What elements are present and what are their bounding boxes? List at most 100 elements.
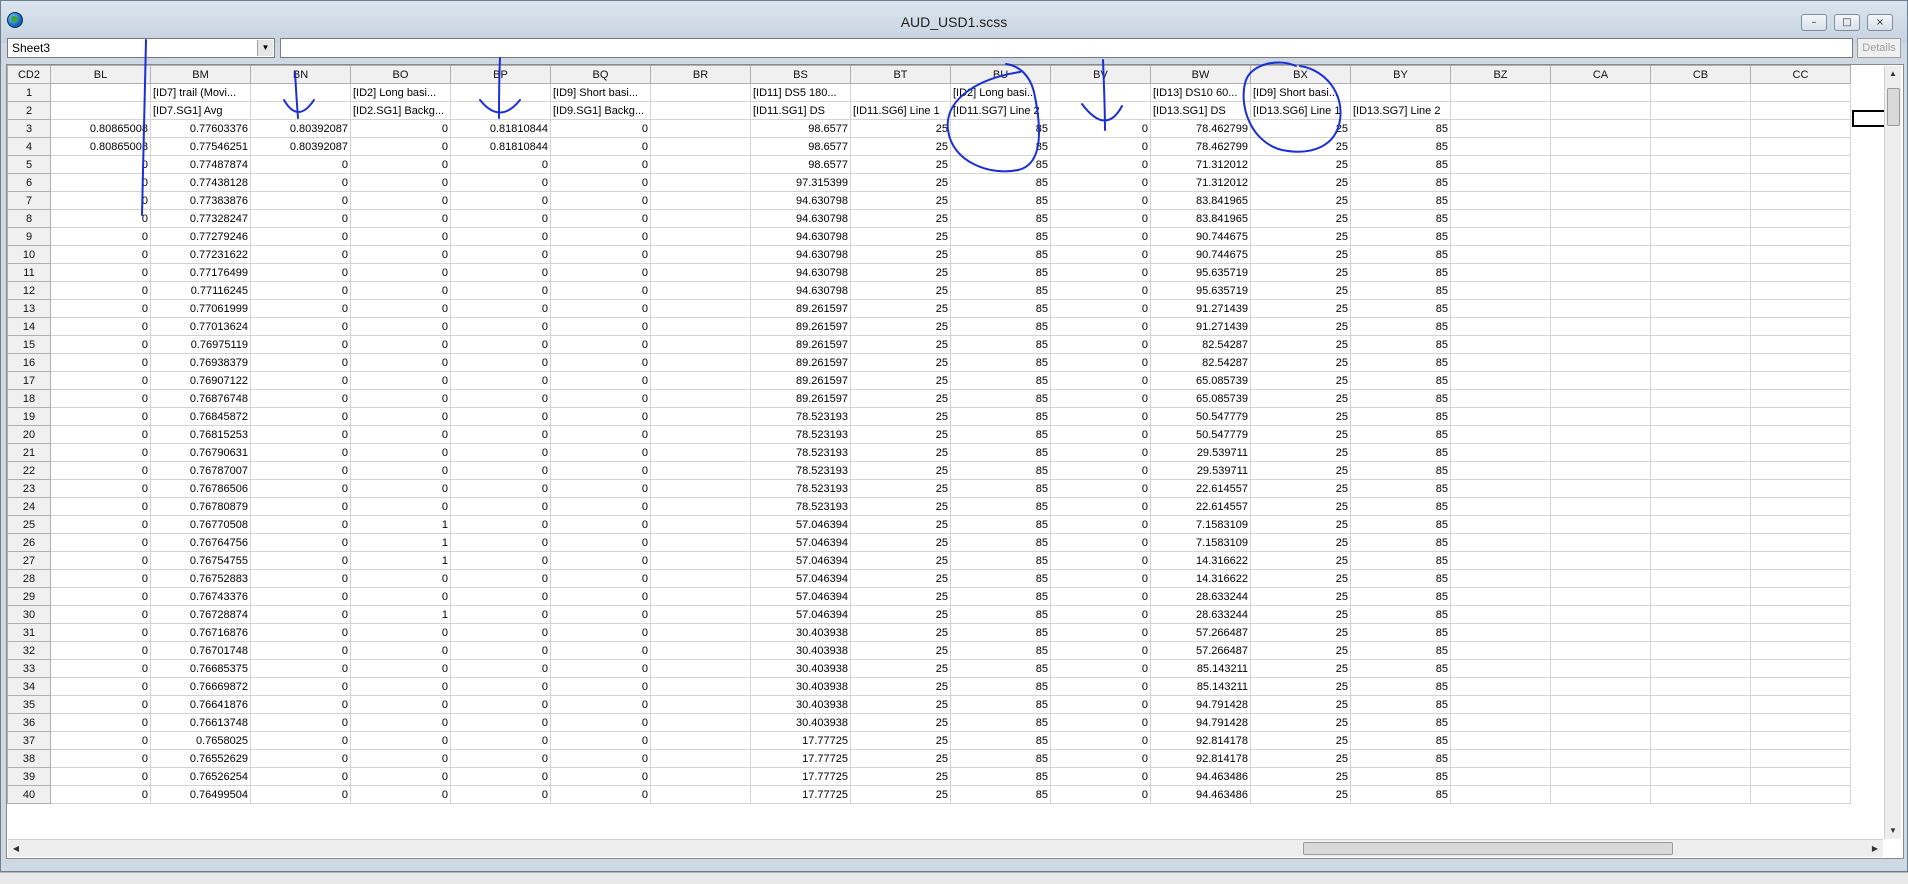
cell-bq[interactable]: 0 xyxy=(550,659,651,678)
cell-by[interactable]: 85 xyxy=(1350,785,1451,804)
cell-br[interactable] xyxy=(650,155,751,174)
cell-br[interactable] xyxy=(650,749,751,768)
row-header[interactable]: 6 xyxy=(7,173,51,192)
cell-bv[interactable]: 0 xyxy=(1050,623,1151,642)
cell-bn[interactable]: 0 xyxy=(250,533,351,552)
scroll-down-icon[interactable]: ▼ xyxy=(1885,823,1901,839)
cell-bo[interactable]: 0 xyxy=(350,479,451,498)
cell-by[interactable]: 85 xyxy=(1350,425,1451,444)
cell-bm[interactable]: 0.76764756 xyxy=(150,533,251,552)
cell-bn[interactable]: 0 xyxy=(250,191,351,210)
cell-bt[interactable]: 25 xyxy=(850,281,951,300)
cell-bu[interactable]: 85 xyxy=(950,479,1051,498)
details-button[interactable]: Details xyxy=(1857,38,1901,58)
cell-cc[interactable] xyxy=(1750,173,1851,192)
cell-by[interactable]: 85 xyxy=(1350,641,1451,660)
cell-bw[interactable]: 83.841965 xyxy=(1150,191,1251,210)
cell-bm[interactable]: 0.77013624 xyxy=(150,317,251,336)
cell-bn[interactable]: 0 xyxy=(250,389,351,408)
cell-bt[interactable]: 25 xyxy=(850,155,951,174)
cell-cb[interactable] xyxy=(1650,137,1751,156)
cell-ca[interactable] xyxy=(1550,353,1651,372)
cell-bx[interactable]: 25 xyxy=(1250,353,1351,372)
cell-bl[interactable]: 0 xyxy=(50,461,151,480)
cell-ca[interactable] xyxy=(1550,389,1651,408)
cell-bv[interactable]: 0 xyxy=(1050,569,1151,588)
cell-bn[interactable]: 0 xyxy=(250,767,351,786)
cell-bq[interactable]: 0 xyxy=(550,623,651,642)
cell-bn[interactable]: 0.80392087 xyxy=(250,119,351,138)
cell-by[interactable]: 85 xyxy=(1350,623,1451,642)
cell-bl[interactable]: 0 xyxy=(50,731,151,750)
cell-bt[interactable]: [ID11.SG6] Line 1 xyxy=(850,101,951,120)
cell-bv[interactable]: 0 xyxy=(1050,371,1151,390)
cell-bo[interactable]: 0 xyxy=(350,407,451,426)
cell-bs[interactable]: 57.046394 xyxy=(750,533,851,552)
cell-bu[interactable]: 85 xyxy=(950,515,1051,534)
cell-bp[interactable]: 0 xyxy=(450,749,551,768)
cell-cc[interactable] xyxy=(1750,353,1851,372)
cell-bq[interactable]: 0 xyxy=(550,731,651,750)
cell-bt[interactable]: 25 xyxy=(850,371,951,390)
cell-bz[interactable] xyxy=(1450,695,1551,714)
cell-bv[interactable]: 0 xyxy=(1050,551,1151,570)
cell-bl[interactable]: 0 xyxy=(50,299,151,318)
cell-by[interactable]: 85 xyxy=(1350,353,1451,372)
cell-bs[interactable]: 30.403938 xyxy=(750,713,851,732)
cell-bz[interactable] xyxy=(1450,191,1551,210)
vertical-scroll-thumb[interactable] xyxy=(1887,88,1900,126)
cell-bt[interactable]: 25 xyxy=(850,479,951,498)
cell-ca[interactable] xyxy=(1550,209,1651,228)
cell-bq[interactable]: 0 xyxy=(550,299,651,318)
cell-by[interactable]: 85 xyxy=(1350,371,1451,390)
cell-bv[interactable]: 0 xyxy=(1050,785,1151,804)
row-header[interactable]: 23 xyxy=(7,479,51,498)
cell-ca[interactable] xyxy=(1550,695,1651,714)
formula-input[interactable] xyxy=(280,38,1853,58)
cell-bt[interactable]: 25 xyxy=(850,191,951,210)
cell-bs[interactable]: 89.261597 xyxy=(750,317,851,336)
cell-cc[interactable] xyxy=(1750,659,1851,678)
cell-ca[interactable] xyxy=(1550,569,1651,588)
cell-bs[interactable]: 78.523193 xyxy=(750,497,851,516)
cell-bp[interactable]: 0 xyxy=(450,497,551,516)
cell-bz[interactable] xyxy=(1450,209,1551,228)
cell-by[interactable]: 85 xyxy=(1350,137,1451,156)
cell-bn[interactable]: 0 xyxy=(250,335,351,354)
column-header-bs[interactable]: BS xyxy=(750,65,851,84)
cell-bv[interactable]: 0 xyxy=(1050,749,1151,768)
cell-bn[interactable]: 0 xyxy=(250,695,351,714)
cell-cc[interactable] xyxy=(1750,425,1851,444)
cell-bz[interactable] xyxy=(1450,83,1551,102)
cell-bo[interactable]: 0 xyxy=(350,569,451,588)
cell-ca[interactable] xyxy=(1550,281,1651,300)
cell-bl[interactable]: 0 xyxy=(50,389,151,408)
cell-bv[interactable]: 0 xyxy=(1050,425,1151,444)
row-header[interactable]: 2 xyxy=(7,101,51,120)
cell-bl[interactable]: 0 xyxy=(50,173,151,192)
cell-bv[interactable]: 0 xyxy=(1050,461,1151,480)
cell-bs[interactable]: 94.630798 xyxy=(750,209,851,228)
cell-bu[interactable]: 85 xyxy=(950,461,1051,480)
cell-bn[interactable]: 0 xyxy=(250,263,351,282)
cell-bp[interactable]: 0 xyxy=(450,263,551,282)
cell-by[interactable]: 85 xyxy=(1350,479,1451,498)
cell-bs[interactable]: 78.523193 xyxy=(750,479,851,498)
cell-bm[interactable]: 0.76938379 xyxy=(150,353,251,372)
cell-bt[interactable]: 25 xyxy=(850,209,951,228)
cell-bq[interactable]: 0 xyxy=(550,209,651,228)
cell-bu[interactable]: 85 xyxy=(950,371,1051,390)
cell-bw[interactable]: 95.635719 xyxy=(1150,263,1251,282)
cell-ca[interactable] xyxy=(1550,767,1651,786)
cell-br[interactable] xyxy=(650,497,751,516)
cell-bv[interactable]: 0 xyxy=(1050,263,1151,282)
cell-cb[interactable] xyxy=(1650,479,1751,498)
cell-bl[interactable]: 0 xyxy=(50,605,151,624)
cell-bp[interactable] xyxy=(450,83,551,102)
cell-bu[interactable]: 85 xyxy=(950,659,1051,678)
cell-bq[interactable]: 0 xyxy=(550,533,651,552)
cell-by[interactable]: 85 xyxy=(1350,497,1451,516)
cell-ca[interactable] xyxy=(1550,479,1651,498)
cell-br[interactable] xyxy=(650,119,751,138)
cell-bo[interactable]: 0 xyxy=(350,641,451,660)
